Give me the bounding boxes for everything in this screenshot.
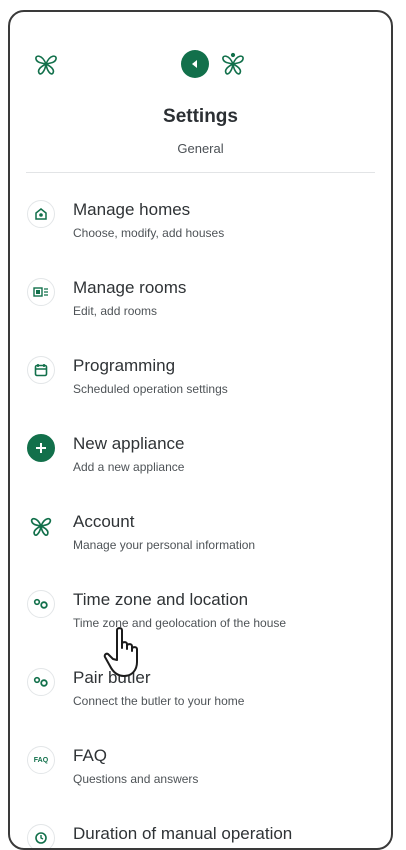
menu-item-label: New appliance [73, 434, 185, 453]
page-subtitle: General [177, 141, 224, 156]
menu-item-manage-homes[interactable]: Manage homes Choose, modify, add houses [10, 190, 391, 268]
butterfly-icon [27, 512, 55, 540]
location-icon [27, 590, 55, 618]
top-bar [10, 12, 391, 102]
menu-item-account[interactable]: Account Manage your personal information [10, 502, 391, 580]
calendar-icon [27, 356, 55, 384]
menu-item-description: Choose, modify, add houses [73, 226, 225, 240]
menu-item-manage-rooms[interactable]: Manage rooms Edit, add rooms [10, 268, 391, 346]
pair-icon [27, 668, 55, 696]
menu-item-description: Edit, add rooms [73, 304, 158, 318]
menu-item-description: Connect the butler to your home [73, 694, 245, 708]
menu-item-time-zone-location[interactable]: Time zone and location Time zone and geo… [10, 580, 391, 658]
back-button[interactable] [181, 50, 209, 78]
menu-item-label: Time zone and location [73, 590, 249, 609]
divider [26, 172, 375, 173]
menu-item-faq[interactable]: FAQ FAQ Questions and answers [10, 736, 391, 814]
menu-item-label: Duration of manual operation [73, 824, 293, 843]
menu-item-description: Questions and answers [73, 772, 199, 786]
plus-icon [27, 434, 55, 462]
faq-icon-text: FAQ [33, 756, 49, 764]
home-icon [27, 200, 55, 228]
menu-item-label: Account [73, 512, 135, 531]
menu-item-programming[interactable]: Programming Scheduled operation settings [10, 346, 391, 424]
settings-menu: Manage homes Choose, modify, add houses … [10, 190, 391, 848]
menu-item-description: Scheduled operation settings [73, 382, 228, 396]
phone-frame: Settings General Manage homes Choose, mo… [8, 10, 393, 850]
butterfly-logo-icon [35, 55, 57, 75]
menu-item-label: Manage rooms [73, 278, 187, 297]
menu-item-pair-butler[interactable]: Pair butler Connect the butler to your h… [10, 658, 391, 736]
back-arrow-icon [192, 60, 197, 68]
menu-item-duration-manual-operation[interactable]: Duration of manual operation [10, 814, 391, 848]
menu-item-description: Add a new appliance [73, 460, 185, 474]
menu-item-description: Manage your personal information [73, 538, 256, 552]
menu-item-label: FAQ [73, 746, 108, 765]
faq-icon: FAQ [27, 746, 55, 774]
timer-icon [27, 824, 55, 848]
butterfly-logo-icon [222, 52, 244, 75]
hand-pointer-icon [103, 627, 138, 677]
menu-item-new-appliance[interactable]: New appliance Add a new appliance [10, 424, 391, 502]
menu-item-label: Manage homes [73, 200, 191, 219]
rooms-icon [27, 278, 55, 306]
page-title: Settings [163, 106, 238, 127]
menu-item-label: Programming [73, 356, 176, 375]
